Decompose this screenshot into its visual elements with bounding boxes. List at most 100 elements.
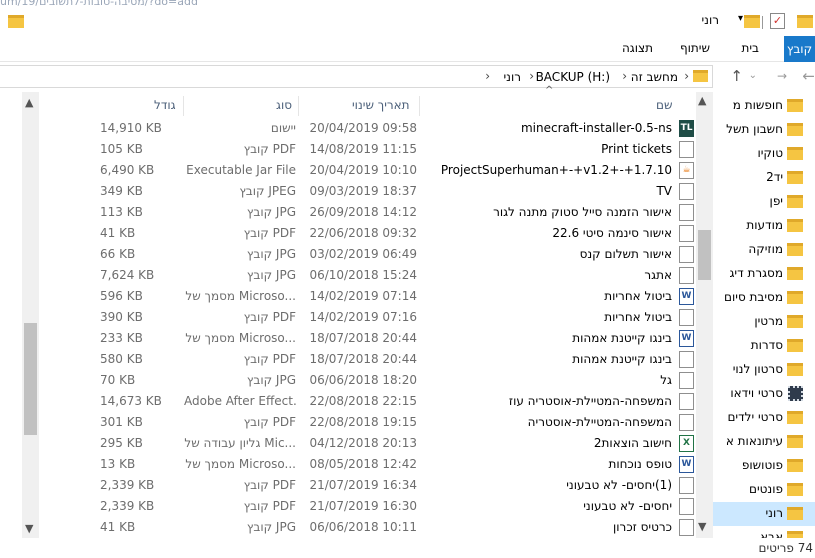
table-row[interactable]: 349 KB קובץ JPEG 09/03/2019 18:37 TV	[100, 181, 696, 202]
column-header-type[interactable]: סוג	[276, 92, 292, 118]
nav-item[interactable]: פונטים	[710, 478, 815, 502]
table-row[interactable]: 6,490 KB Executable Jar File 20/04/2019 10…	[100, 160, 696, 181]
nav-item[interactable]: מרטין	[710, 310, 815, 334]
table-row[interactable]: 14,910 KB יישום 20/04/2019 09:58 minecraft-…	[100, 118, 696, 139]
file-name: minecraft-installer-0.5-ns	[520, 121, 672, 135]
breadcrumb-chevron-icon[interactable]: ›	[485, 69, 490, 83]
nav-item[interactable]: סרטון לנוי	[710, 358, 815, 382]
table-row[interactable]: 113 KB קובץ JPG 26/09/2018 14:12 אישור הזמנ…	[100, 202, 696, 223]
word-doc-icon: W	[679, 330, 694, 347]
column-header-size[interactable]: גודל	[154, 92, 176, 118]
nav-item[interactable]: אבא	[710, 526, 815, 538]
table-row[interactable]: 301 KB קובץ PDF 22/08/2018 19:15 המשפחה-המט…	[100, 412, 696, 433]
file-list-scrollbar[interactable]: ▲ ▼	[22, 92, 39, 538]
tab-home[interactable]: בית	[741, 41, 759, 55]
breadcrumb-backup-drive[interactable]: BACKUP (H:)	[536, 70, 610, 84]
nav-item-label: מודעות	[746, 218, 783, 232]
breadcrumb-chevron-icon[interactable]: ›	[622, 69, 627, 83]
file-explorer-window: um/19/מסיבה-טובות-לתשובים/?do=add רוני ▾…	[0, 0, 815, 558]
breadcrumb-this-pc[interactable]: מחשב זה	[631, 70, 678, 84]
file-date-modified: 26/09/2018 14:12	[309, 205, 417, 219]
back-arrow-icon[interactable]: ←	[802, 67, 815, 85]
nav-item[interactable]: פוטושופ	[710, 454, 815, 478]
nav-item-label: חשבון תשל	[726, 122, 783, 136]
nav-item-label: מרטין	[754, 314, 783, 328]
table-row[interactable]: 295 KB גליון עבודה של Mic... 04/12/2018 20…	[100, 433, 696, 454]
forward-arrow-icon[interactable]: →	[777, 69, 787, 83]
scroll-down-icon[interactable]: ▼	[25, 522, 33, 535]
file-size: 41 KB	[100, 226, 136, 240]
folder-icon	[787, 243, 803, 256]
file-icon	[679, 393, 694, 410]
nav-item[interactable]: עיתונאות א	[710, 430, 815, 454]
tab-file[interactable]: קובץ	[784, 36, 815, 62]
file-date-modified: 18/07/2018 20:44	[309, 352, 417, 366]
breadcrumb-chevron-icon[interactable]: ›	[684, 69, 689, 83]
column-header-date[interactable]: תאריך שינוי	[352, 92, 410, 118]
breadcrumb-roni[interactable]: רוני	[503, 70, 521, 84]
scroll-up-icon[interactable]: ▲	[25, 96, 33, 109]
table-row[interactable]: 41 KB קובץ JPG 06/06/2018 10:11 כרטיס זכרון	[100, 517, 696, 538]
nav-item-selected[interactable]: רוני	[710, 502, 815, 526]
video-icon	[788, 386, 803, 401]
nav-item[interactable]: חשבון תשל	[710, 118, 815, 142]
tab-share[interactable]: שיתוף	[680, 41, 710, 55]
column-divider[interactable]	[183, 96, 184, 116]
nav-item[interactable]: טוקיו	[710, 142, 815, 166]
address-bar[interactable]: › מחשב זה › BACKUP (H:) › רוני ›	[0, 65, 713, 88]
browser-url-fragment: um/19/מסיבה-טובות-לתשובים/?do=add	[0, 0, 198, 8]
table-row[interactable]: 2,339 KB קובץ PDF 21/07/2019 16:34 (1)יחסים…	[100, 475, 696, 496]
nav-item[interactable]: מסיבת סיום	[710, 286, 815, 310]
table-row[interactable]: 13 KB מסמך של Microso... 08/05/2018 12:42 ט…	[100, 454, 696, 475]
recent-locations-chevron-icon[interactable]: ⌄	[749, 70, 757, 81]
table-row[interactable]: 2,339 KB קובץ PDF 21/07/2019 16:30 יחסים- ל…	[100, 496, 696, 517]
scrollbar-thumb[interactable]	[698, 230, 711, 280]
table-row[interactable]: 41 KB קובץ PDF 22/06/2018 09:32 אישור סינמה…	[100, 223, 696, 244]
file-date-modified: 20/04/2019 09:58	[309, 121, 417, 135]
nav-item[interactable]: חופשות מ	[710, 94, 815, 118]
table-row[interactable]: 580 KB קובץ PDF 18/07/2018 20:44 בינגו קייט…	[100, 349, 696, 370]
table-row[interactable]: 14,673 KB Adobe After Effect... 22/08/2018…	[100, 391, 696, 412]
scrollbar-thumb[interactable]	[24, 323, 37, 435]
table-row[interactable]: 70 KB קובץ JPG 06/06/2018 18:20 גל	[100, 370, 696, 391]
scroll-up-icon[interactable]: ▲	[698, 94, 706, 107]
file-size: 580 KB	[100, 352, 143, 366]
folder-icon	[787, 123, 803, 136]
file-type: קובץ JPG	[246, 247, 296, 261]
breadcrumb-chevron-icon[interactable]: ›	[529, 69, 534, 83]
file-date-modified: 04/12/2018 20:13	[309, 436, 417, 450]
column-header: ^ גודל סוג תאריך שינוי שם	[100, 85, 696, 118]
nav-item[interactable]: סדרות	[710, 334, 815, 358]
table-row[interactable]: 105 KB קובץ PDF 14/08/2019 11:15 Print tick…	[100, 139, 696, 160]
scroll-down-icon[interactable]: ▼	[698, 520, 706, 533]
properties-check-icon[interactable]: ✓	[770, 13, 785, 29]
table-row[interactable]: 596 KB מסמך של Microso... 14/02/2019 07:14…	[100, 286, 696, 307]
file-name: בינגו קייטנת אמהות	[572, 352, 672, 366]
table-row[interactable]: 390 KB קובץ PDF 14/02/2019 07:16 ביטול אחרי…	[100, 307, 696, 328]
table-row[interactable]: 233 KB מסמך של Microso... 18/07/2018 20:44…	[100, 328, 696, 349]
ribbon-tabs: קובץ בית שיתוף תצוגה	[0, 34, 815, 62]
nav-item[interactable]: סרטי ילדים	[710, 406, 815, 430]
nav-item[interactable]: סרטי וידאו	[710, 382, 815, 406]
title-bar: רוני ▾ ✓	[0, 8, 815, 34]
file-name: ProjectSuperhuman+-+v1.2+-+1.7.10	[440, 163, 672, 177]
nav-item[interactable]: מסגרת דיג	[710, 262, 815, 286]
folder-icon	[787, 99, 803, 112]
folder-icon	[787, 171, 803, 184]
new-folder-icon[interactable]	[744, 15, 760, 28]
nav-item[interactable]: מוזיקה	[710, 238, 815, 262]
quick-access-toolbar-dropdown-icon[interactable]: ▾	[738, 13, 743, 24]
nav-item[interactable]: יד2	[710, 166, 815, 190]
column-header-name[interactable]: שם	[656, 92, 672, 118]
status-bar: 74 פריטים	[0, 538, 815, 558]
tab-view[interactable]: תצוגה	[622, 41, 653, 55]
folder-icon	[787, 435, 803, 448]
table-row[interactable]: 66 KB קובץ JPG 03/02/2019 06:49 אישור תשלום…	[100, 244, 696, 265]
nav-item[interactable]: יפן	[710, 190, 815, 214]
column-divider[interactable]	[298, 96, 299, 116]
nav-pane-scrollbar[interactable]: ▲ ▼	[696, 92, 713, 538]
nav-item[interactable]: מודעות	[710, 214, 815, 238]
up-arrow-icon[interactable]: ↑	[730, 67, 743, 85]
column-divider[interactable]	[419, 96, 420, 116]
table-row[interactable]: 7,624 KB קובץ JPG 06/10/2018 15:24 אתגר	[100, 265, 696, 286]
